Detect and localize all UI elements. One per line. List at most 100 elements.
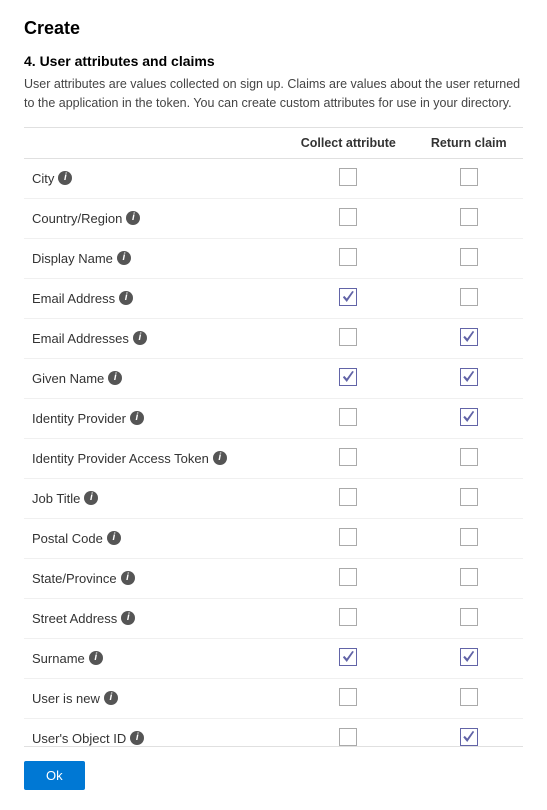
return-checkbox-cell <box>415 518 523 558</box>
collect-checkbox[interactable] <box>339 408 357 426</box>
info-icon[interactable]: i <box>104 691 118 705</box>
attribute-label: User is new <box>32 691 100 706</box>
return-checkbox-cell <box>415 198 523 238</box>
table-row: Identity Provider i <box>24 398 523 438</box>
attribute-label: Surname <box>32 651 85 666</box>
collect-checkbox-cell <box>282 318 414 358</box>
table-row: Email Addresses i <box>24 318 523 358</box>
attribute-label-cell: Country/Regioni <box>24 198 282 238</box>
return-checkbox[interactable] <box>460 608 478 626</box>
collect-checkbox[interactable] <box>339 568 357 586</box>
return-checkbox-cell <box>415 358 523 398</box>
collect-checkbox-cell <box>282 438 414 478</box>
collect-checkbox[interactable] <box>339 688 357 706</box>
return-checkbox[interactable] <box>460 408 478 426</box>
table-row: Street Addressi <box>24 598 523 638</box>
info-icon[interactable]: i <box>119 291 133 305</box>
collect-checkbox[interactable] <box>339 488 357 506</box>
return-checkbox[interactable] <box>460 288 478 306</box>
return-checkbox[interactable] <box>460 168 478 186</box>
return-checkbox-cell <box>415 278 523 318</box>
info-icon[interactable]: i <box>84 491 98 505</box>
collect-checkbox[interactable] <box>339 728 357 746</box>
return-checkbox[interactable] <box>460 568 478 586</box>
collect-checkbox[interactable] <box>339 328 357 346</box>
return-checkbox[interactable] <box>460 528 478 546</box>
description: User attributes are values collected on … <box>24 75 523 113</box>
col-header-attribute <box>24 128 282 159</box>
info-icon[interactable]: i <box>130 731 144 745</box>
collect-checkbox[interactable] <box>339 608 357 626</box>
collect-checkbox[interactable] <box>339 368 357 386</box>
attribute-label-cell: Display Namei <box>24 238 282 278</box>
attribute-label-cell: User is new i <box>24 678 282 718</box>
attribute-label-cell: Email Addresses i <box>24 318 282 358</box>
collect-checkbox-cell <box>282 678 414 718</box>
footer: Ok <box>24 747 523 790</box>
info-icon[interactable]: i <box>117 251 131 265</box>
collect-checkbox-cell <box>282 718 414 747</box>
attribute-label: Email Address <box>32 291 115 306</box>
return-checkbox[interactable] <box>460 328 478 346</box>
table-row: User's Object ID i <box>24 718 523 747</box>
info-icon[interactable]: i <box>121 611 135 625</box>
info-icon[interactable]: i <box>121 571 135 585</box>
attribute-label-cell: Cityi <box>24 158 282 198</box>
table-row: Display Namei <box>24 238 523 278</box>
col-header-return: Return claim <box>415 128 523 159</box>
info-icon[interactable]: i <box>130 411 144 425</box>
collect-checkbox[interactable] <box>339 528 357 546</box>
attribute-label-cell: Given Namei <box>24 358 282 398</box>
attribute-label: City <box>32 171 54 186</box>
return-checkbox[interactable] <box>460 208 478 226</box>
collect-checkbox-cell <box>282 558 414 598</box>
collect-checkbox[interactable] <box>339 208 357 226</box>
attribute-label: Identity Provider <box>32 411 126 426</box>
table-row: Surname i <box>24 638 523 678</box>
return-checkbox-cell <box>415 318 523 358</box>
info-icon[interactable]: i <box>107 531 121 545</box>
return-checkbox-cell <box>415 438 523 478</box>
attribute-label-cell: Surname i <box>24 638 282 678</box>
return-checkbox-cell <box>415 638 523 678</box>
return-checkbox-cell <box>415 678 523 718</box>
collect-checkbox-cell <box>282 398 414 438</box>
collect-checkbox-cell <box>282 238 414 278</box>
collect-checkbox[interactable] <box>339 448 357 466</box>
info-icon[interactable]: i <box>133 331 147 345</box>
collect-checkbox[interactable] <box>339 168 357 186</box>
return-checkbox[interactable] <box>460 688 478 706</box>
return-checkbox[interactable] <box>460 488 478 506</box>
info-icon[interactable]: i <box>126 211 140 225</box>
collect-checkbox[interactable] <box>339 248 357 266</box>
return-checkbox[interactable] <box>460 728 478 746</box>
ok-button[interactable]: Ok <box>24 761 85 790</box>
info-icon[interactable]: i <box>89 651 103 665</box>
collect-checkbox-cell <box>282 198 414 238</box>
create-page: Create 4. User attributes and claims Use… <box>0 0 547 810</box>
table-row: User is new i <box>24 678 523 718</box>
return-checkbox-cell <box>415 718 523 747</box>
attribute-label: Identity Provider Access Token <box>32 451 209 466</box>
return-checkbox[interactable] <box>460 448 478 466</box>
col-header-collect: Collect attribute <box>282 128 414 159</box>
attribute-label-cell: Email Address i <box>24 278 282 318</box>
collect-checkbox[interactable] <box>339 648 357 666</box>
return-checkbox-cell <box>415 398 523 438</box>
info-icon[interactable]: i <box>213 451 227 465</box>
table-row: Postal Code i <box>24 518 523 558</box>
attribute-label: Email Addresses <box>32 331 129 346</box>
table-row: Given Namei <box>24 358 523 398</box>
return-checkbox[interactable] <box>460 648 478 666</box>
collect-checkbox-cell <box>282 518 414 558</box>
info-icon[interactable]: i <box>108 371 122 385</box>
collect-checkbox[interactable] <box>339 288 357 306</box>
return-checkbox-cell <box>415 558 523 598</box>
attribute-label-cell: Job Titlei <box>24 478 282 518</box>
table-row: Identity Provider Access Token i <box>24 438 523 478</box>
info-icon[interactable]: i <box>58 171 72 185</box>
return-checkbox[interactable] <box>460 368 478 386</box>
return-checkbox[interactable] <box>460 248 478 266</box>
attribute-label: User's Object ID <box>32 731 126 746</box>
attribute-label: Postal Code <box>32 531 103 546</box>
